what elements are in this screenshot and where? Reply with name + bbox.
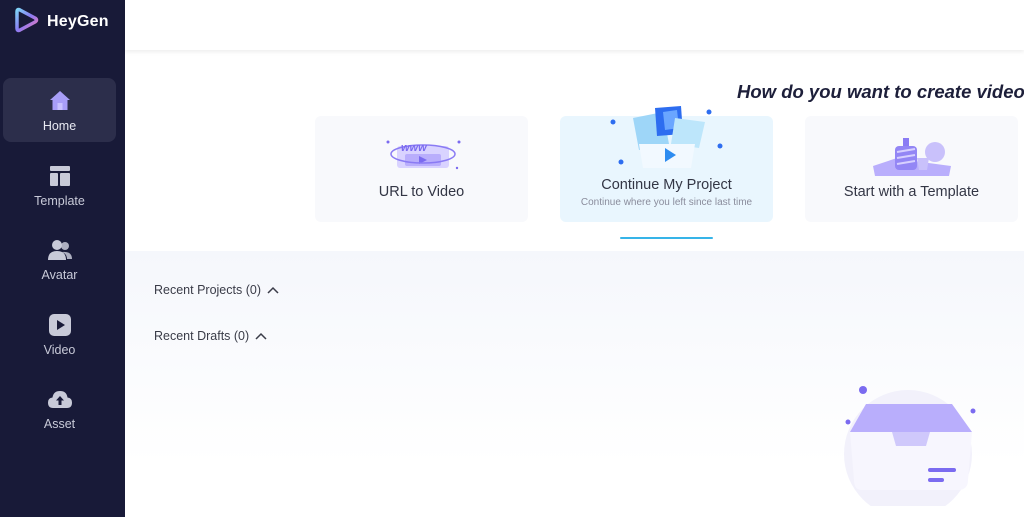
chevron-up-icon: [267, 283, 279, 297]
video-icon: [47, 312, 73, 338]
sidebar-item-video[interactable]: Video: [3, 302, 116, 366]
sidebar-item-label: Avatar: [41, 267, 78, 282]
recent-projects-toggle[interactable]: Recent Projects (0): [154, 283, 279, 297]
template-icon: [47, 163, 73, 189]
sidebar-item-asset[interactable]: Asset: [3, 376, 116, 440]
sidebar-item-label: Video: [43, 342, 76, 357]
start-with-template-card[interactable]: Start with a Template: [805, 116, 1018, 222]
url-video-illustration: www: [383, 134, 463, 179]
brand[interactable]: HeyGen: [14, 7, 109, 38]
sidebar-item-label: Asset: [43, 416, 76, 431]
template-illustration: [873, 136, 953, 183]
sidebar: HeyGen Home Template Avatar Video Asset: [0, 0, 125, 517]
url-www-text: www: [401, 142, 427, 154]
page-headline: How do you want to create videos: [737, 81, 1024, 102]
recent-projects-label: Recent Projects (0): [154, 283, 261, 297]
recent-drafts-toggle[interactable]: Recent Drafts (0): [154, 329, 267, 343]
sidebar-item-label: Home: [42, 118, 77, 133]
sidebar-item-template[interactable]: Template: [3, 153, 116, 217]
card-title: Continue My Project: [601, 177, 732, 193]
recent-drafts-label: Recent Drafts (0): [154, 329, 250, 343]
cloud-upload-icon: [47, 386, 73, 412]
sidebar-item-home[interactable]: Home: [3, 78, 116, 142]
card-title: Start with a Template: [843, 184, 980, 200]
empty-inbox-illustration: [844, 384, 978, 517]
sidebar-item-label: Template: [34, 193, 85, 208]
top-bar: [125, 0, 1024, 50]
active-tab-indicator: [620, 237, 713, 239]
chevron-up-icon: [255, 329, 267, 343]
card-subtitle: Continue where you left since last time: [580, 197, 753, 208]
avatar-icon: [47, 237, 73, 263]
sidebar-item-avatar[interactable]: Avatar: [3, 227, 116, 291]
continue-project-illustration: [605, 104, 725, 175]
card-title: URL to Video: [378, 184, 465, 200]
home-icon: [47, 88, 73, 114]
brand-name: HeyGen: [47, 13, 109, 30]
url-to-video-card[interactable]: www URL to Video: [315, 116, 528, 222]
heygen-logo-icon: [14, 7, 40, 38]
